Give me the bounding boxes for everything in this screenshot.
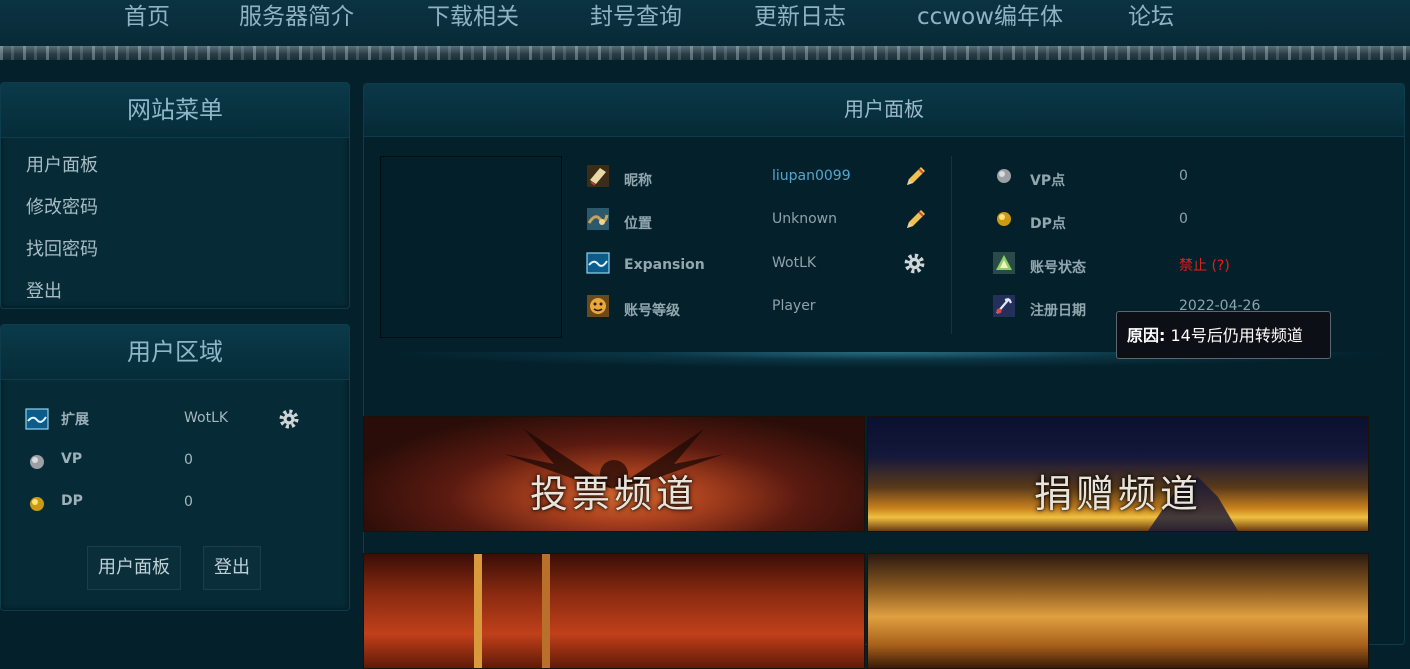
nav-border-decoration (0, 46, 1410, 66)
expansion-label: Expansion (624, 257, 705, 273)
dp-label: DP点 (1030, 216, 1066, 232)
edit-pencil-icon[interactable] (904, 164, 928, 188)
dp-coin-icon (30, 497, 44, 511)
tooltip-text: 14号后仍用转频道 (1165, 326, 1303, 345)
nav-server-intro[interactable]: 服务器简介 (239, 0, 354, 34)
account-status-label: 账号状态 (1030, 260, 1086, 276)
register-date-label: 注册日期 (1030, 303, 1086, 319)
user-panel-button[interactable]: 用户面板 (87, 546, 181, 590)
banner-pillar (474, 554, 482, 668)
info-row-location: 位置 Unknown (584, 207, 934, 237)
nickname-icon (587, 165, 609, 187)
user-area-expansion-label: 扩展 (61, 412, 89, 428)
account-level-label: 账号等级 (624, 303, 680, 319)
register-date-icon (993, 295, 1015, 317)
vote-channel-label: 投票频道 (529, 472, 698, 516)
gear-icon[interactable] (277, 407, 301, 431)
feature-banner-3[interactable] (363, 553, 865, 669)
menu-item-logout[interactable]: 登出 (26, 277, 62, 303)
user-area-expansion-row: 扩展 WotLK (25, 405, 325, 435)
nav-home[interactable]: 首页 (124, 0, 170, 34)
feature-banner-4[interactable] (867, 553, 1369, 669)
expansion-value: WotLK (772, 255, 817, 271)
info-column-divider (951, 156, 952, 334)
user-area-expansion-value: WotLK (184, 410, 229, 426)
nickname-label: 昵称 (624, 173, 652, 189)
top-navigation: 首页 服务器简介 下载相关 封号查询 更新日志 ccwow编年体 论坛 (0, 0, 1410, 46)
nav-ban-lookup[interactable]: 封号查询 (590, 0, 682, 34)
user-area-dp-value: 0 (184, 494, 193, 510)
menu-item-change-password[interactable]: 修改密码 (26, 193, 98, 219)
location-label: 位置 (624, 216, 652, 232)
user-area-panel: 用户区域 扩展 WotLK VP 0 DP 0 用户面板 登出 (0, 324, 350, 611)
vp-label: VP点 (1030, 173, 1066, 189)
nav-chronicle[interactable]: ccwow编年体 (917, 0, 1063, 34)
main-panel-title: 用户面板 (364, 84, 1404, 137)
info-row-nickname: 昵称 liupan0099 (584, 164, 934, 194)
user-panel-main: 用户面板 昵称 liupan0099 位置 Unknown Expansion … (363, 83, 1405, 669)
site-menu-panel: 网站菜单 用户面板 修改密码 找回密码 登出 (0, 82, 350, 309)
vp-coin-icon (997, 169, 1011, 183)
user-area-vp-label: VP (61, 451, 83, 467)
user-area-vp-value: 0 (184, 452, 193, 468)
account-level-icon (587, 295, 609, 317)
expansion-icon (586, 252, 610, 274)
nav-changelog[interactable]: 更新日志 (754, 0, 846, 34)
vp-coin-icon (30, 455, 44, 469)
nav-downloads[interactable]: 下载相关 (427, 0, 519, 34)
info-row-vp: VP点 0 (991, 164, 1291, 194)
ban-reason-tooltip: 原因: 14号后仍用转频道 (1116, 311, 1331, 359)
account-status-icon (993, 252, 1015, 274)
vp-value: 0 (1179, 168, 1188, 184)
nickname-value[interactable]: liupan0099 (772, 168, 851, 184)
gear-icon[interactable] (902, 251, 927, 276)
tooltip-label: 原因: (1127, 326, 1166, 345)
user-area-vp-row: VP 0 (25, 447, 325, 477)
menu-item-user-panel[interactable]: 用户面板 (26, 151, 98, 177)
menu-item-recover-password[interactable]: 找回密码 (26, 235, 98, 261)
info-row-account-level: 账号等级 Player (584, 294, 934, 324)
location-icon (587, 208, 609, 230)
banner-pillar (542, 554, 550, 668)
donate-channel-label: 捐赠频道 (1033, 472, 1202, 516)
dp-value: 0 (1179, 211, 1188, 227)
expansion-icon (25, 408, 49, 430)
user-area-dp-label: DP (61, 493, 83, 509)
info-row-expansion: Expansion WotLK (584, 251, 934, 281)
edit-pencil-icon[interactable] (904, 207, 928, 231)
user-area-dp-row: DP 0 (25, 489, 325, 519)
account-level-value: Player (772, 298, 816, 314)
site-menu-title: 网站菜单 (1, 83, 349, 138)
info-row-dp: DP点 0 (991, 207, 1291, 237)
location-value: Unknown (772, 211, 837, 227)
vote-channel-banner[interactable]: 投票频道 (363, 416, 865, 532)
dp-coin-icon (997, 212, 1011, 226)
info-row-account-status: 账号状态 禁止 (?) (991, 251, 1291, 281)
logout-button[interactable]: 登出 (203, 546, 261, 590)
avatar (380, 156, 562, 338)
user-area-title: 用户区域 (1, 325, 349, 380)
account-status-value[interactable]: 禁止 (?) (1179, 255, 1230, 275)
donate-channel-banner[interactable]: 捐赠频道 (867, 416, 1369, 532)
nav-forum[interactable]: 论坛 (1128, 0, 1174, 34)
